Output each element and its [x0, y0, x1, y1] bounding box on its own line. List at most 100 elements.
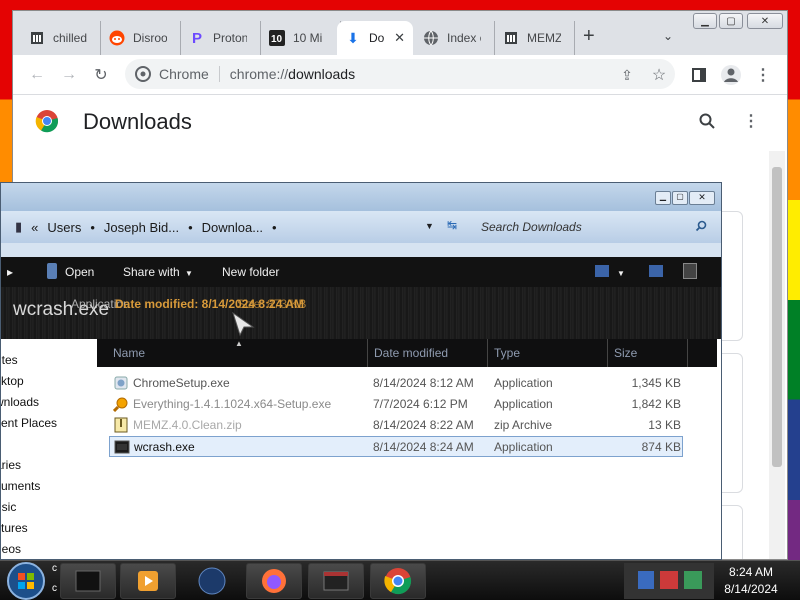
file-row[interactable]: MEMZ.4.0.Clean.zip 8/14/2024 8:22 AM zip…: [109, 415, 683, 435]
tab-2[interactable]: P Proton: [181, 21, 261, 55]
nav-item-recent-places[interactable]: cent Places: [1, 416, 57, 430]
scrollbar-thumb[interactable]: [772, 167, 782, 467]
file-date: 7/7/2024 6:12 PM: [373, 397, 468, 411]
tab-6[interactable]: MEMZ: [495, 21, 575, 55]
overflow-text: c: [52, 583, 57, 594]
preview-pane-icon[interactable]: [649, 265, 663, 277]
file-date: 8/14/2024 8:12 AM: [373, 376, 474, 390]
column-size[interactable]: Size: [614, 346, 637, 360]
nav-item-documents[interactable]: cuments: [1, 479, 40, 493]
ten-icon: 10: [269, 30, 285, 46]
nav-item-favorites[interactable]: rites: [1, 353, 18, 367]
view-icon[interactable]: [595, 265, 609, 277]
view-dropdown-icon[interactable]: ▼: [617, 269, 625, 278]
clock[interactable]: 8:24 AM 8/14/2024: [718, 564, 784, 598]
breadcrumb-item[interactable]: Users: [47, 220, 81, 235]
refresh-icon[interactable]: ↹: [447, 218, 457, 232]
minimize-button[interactable]: ▁: [655, 191, 671, 205]
breadcrumb-chevron-icon: «: [31, 219, 39, 235]
open-button[interactable]: Open: [65, 265, 94, 279]
tab-label: Do: [369, 31, 385, 45]
organize-arrow-icon[interactable]: ▸: [7, 265, 13, 279]
tray-icon[interactable]: [660, 571, 678, 589]
app-icon: [75, 570, 101, 592]
profile-avatar-icon[interactable]: [717, 61, 745, 89]
taskbar-app-window[interactable]: [308, 563, 364, 599]
more-actions-icon[interactable]: ⋮: [737, 107, 765, 135]
column-divider[interactable]: [487, 339, 488, 367]
column-divider[interactable]: [687, 339, 688, 367]
file-name: Everything-1.4.1.1024.x64-Setup.exe: [133, 397, 332, 411]
archive-icon: [503, 30, 519, 46]
menu-kebab-icon[interactable]: ⋮: [749, 61, 777, 89]
nav-item-desktop[interactable]: sktop: [1, 374, 24, 388]
share-icon[interactable]: ⇪: [613, 61, 641, 89]
search-input[interactable]: Search Downloads: [471, 216, 715, 238]
chrome-icon: [135, 66, 151, 82]
taskbar-globe[interactable]: [184, 563, 240, 599]
minimize-button[interactable]: ▁: [693, 13, 717, 29]
file-row-selected[interactable]: wcrash.exe 8/14/2024 8:24 AM Application…: [109, 436, 683, 457]
file-type: Application: [494, 376, 553, 390]
column-name[interactable]: Name: [113, 346, 145, 360]
download-icon: ⬇: [347, 29, 359, 46]
nav-item-videos[interactable]: deos: [1, 542, 21, 556]
bookmark-star-icon[interactable]: ☆: [645, 61, 673, 89]
breadcrumb-item[interactable]: Downloa...: [202, 220, 263, 235]
history-dropdown-icon[interactable]: ▼: [425, 221, 434, 231]
details-header: wcrash.exe Application Date modified: 8/…: [1, 287, 721, 339]
column-divider[interactable]: [367, 339, 368, 367]
tray-icon[interactable]: [638, 571, 654, 589]
address-bar: ▮ « Users • Joseph Bid... • Downloa... •…: [1, 211, 721, 243]
taskbar-app-black[interactable]: [60, 563, 116, 599]
file-name: wcrash.exe: [134, 440, 195, 454]
side-panel-icon[interactable]: [685, 61, 713, 89]
file-date: 8/14/2024 8:22 AM: [373, 418, 474, 432]
address-bar[interactable]: Chrome chrome://downloads: [125, 59, 675, 89]
globe-icon: [198, 567, 226, 595]
file-name: MEMZ.4.0.Clean.zip: [133, 418, 242, 432]
new-folder-button[interactable]: New folder: [222, 265, 279, 279]
back-icon[interactable]: ←: [23, 61, 51, 89]
taskbar-chrome[interactable]: [370, 563, 426, 599]
clock-date: 8/14/2024: [724, 582, 778, 596]
tab-5[interactable]: Index o: [415, 21, 495, 55]
nav-item-pictures[interactable]: ctures: [1, 521, 28, 535]
file-row[interactable]: ChromeSetup.exe 8/14/2024 8:12 AM Applic…: [109, 373, 683, 393]
search-icon[interactable]: [695, 220, 707, 232]
breadcrumb[interactable]: ▮ « Users • Joseph Bid... • Downloa... •: [15, 215, 435, 239]
start-orb-icon[interactable]: [6, 561, 46, 600]
breadcrumb-item[interactable]: Joseph Bid...: [104, 220, 179, 235]
column-divider[interactable]: [607, 339, 608, 367]
share-dropdown-icon[interactable]: ▼: [185, 269, 193, 278]
close-button[interactable]: ✕: [689, 191, 715, 205]
chrome-icon: [384, 568, 412, 595]
nav-item-libraries[interactable]: aries: [1, 458, 21, 472]
taskbar-firefox[interactable]: [246, 563, 302, 599]
sort-arrow-icon: ▲: [235, 339, 243, 348]
search-icon[interactable]: [693, 107, 721, 135]
forward-icon[interactable]: →: [55, 61, 83, 89]
tab-4[interactable]: ⬇ Do ✕: [337, 21, 413, 55]
tab-3[interactable]: 10 10 Mi: [261, 21, 341, 55]
file-row[interactable]: Everything-1.4.1.1024.x64-Setup.exe 7/7/…: [109, 394, 683, 414]
close-tab-icon[interactable]: ✕: [394, 30, 405, 46]
taskbar-media-player[interactable]: [120, 563, 176, 599]
tray-icon[interactable]: [684, 571, 702, 589]
new-tab-button[interactable]: +: [583, 25, 595, 48]
maximize-button[interactable]: ▢: [719, 13, 743, 29]
nav-item-music[interactable]: usic: [1, 500, 16, 514]
tab-search-icon[interactable]: ⌄: [663, 29, 673, 43]
maximize-button[interactable]: ▢: [672, 191, 688, 205]
tab-1[interactable]: Disroo: [101, 21, 181, 55]
column-type[interactable]: Type: [494, 346, 520, 360]
chrome-logo-icon: [35, 109, 59, 133]
close-button[interactable]: ✕: [747, 13, 783, 29]
tab-label: Index o: [447, 31, 481, 45]
reload-icon[interactable]: ↻: [87, 61, 115, 89]
tab-0[interactable]: chilled: [21, 21, 101, 55]
help-icon[interactable]: [683, 263, 697, 279]
column-date[interactable]: Date modified: [374, 346, 448, 360]
nav-item-downloads[interactable]: wnloads: [1, 395, 39, 409]
share-with-button[interactable]: Share with: [123, 265, 180, 279]
